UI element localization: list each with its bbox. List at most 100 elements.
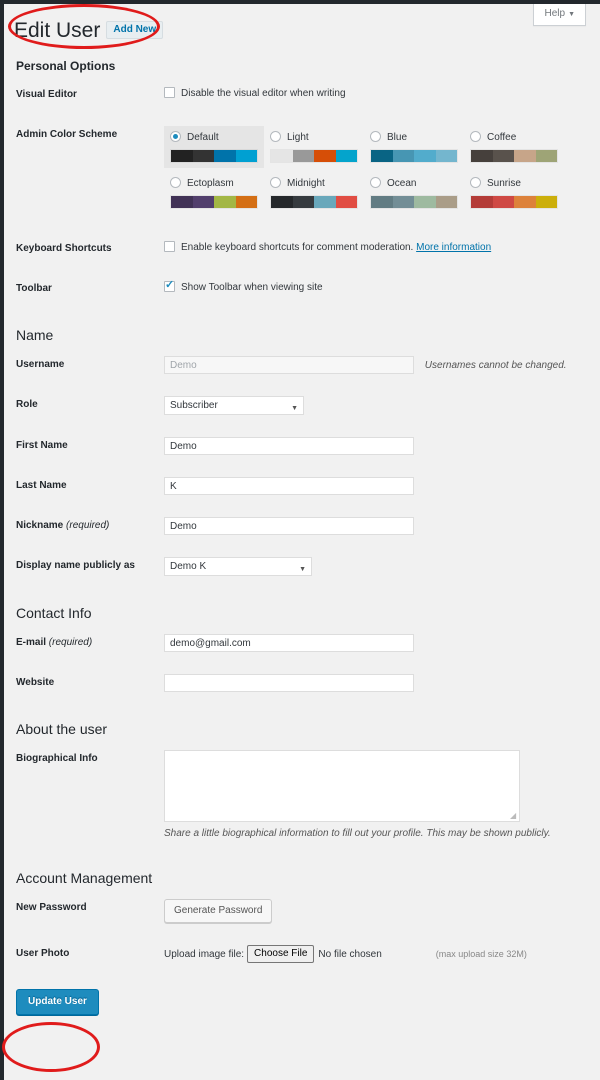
email-input[interactable]: demo@gmail.com [164, 634, 414, 652]
row-username: Username Demo Usernames cannot be change… [4, 345, 600, 385]
color-scheme-option-blue[interactable]: Blue [364, 126, 464, 168]
generate-password-button[interactable]: Generate Password [164, 899, 273, 923]
first-name-input[interactable]: Demo [164, 437, 414, 455]
label-username: Username [16, 359, 65, 370]
visual-editor-checkbox[interactable] [164, 87, 175, 98]
label-first-name: First Name [16, 440, 68, 451]
cell-last-name: K [164, 466, 600, 506]
color-scheme-label-row: Ectoplasm [170, 176, 258, 191]
admin-color-scheme-grid[interactable]: Default Light Blue Coffee Ectoplasm Midnight O… [164, 126, 564, 214]
color-swatch-4 [235, 150, 257, 162]
color-swatch-3 [214, 150, 236, 162]
color-scheme-radio-coffee[interactable] [470, 131, 481, 142]
keyboard-shortcuts-checkbox-label: Enable keyboard shortcuts for comment mo… [181, 242, 414, 253]
last-name-input[interactable]: K [164, 477, 414, 495]
visual-editor-checkbox-row[interactable]: Disable the visual editor when writing [164, 87, 346, 99]
color-swatch-1 [371, 196, 393, 208]
color-scheme-option-coffee[interactable]: Coffee [464, 126, 564, 168]
color-scheme-radio-sunrise[interactable] [470, 177, 481, 188]
color-scheme-option-light[interactable]: Light [264, 126, 364, 168]
row-first-name: First Name Demo [4, 426, 600, 466]
website-input[interactable] [164, 674, 414, 692]
color-scheme-radio-ocean[interactable] [370, 177, 381, 188]
keyboard-shortcuts-checkbox[interactable] [164, 241, 175, 252]
toolbar-checkbox-label: Show Toolbar when viewing site [181, 282, 323, 293]
cell-biographical-info: ◢ Share a little biographical informatio… [164, 739, 600, 852]
color-swatch-1 [471, 196, 493, 208]
color-scheme-option-midnight[interactable]: Midnight [264, 172, 364, 214]
color-scheme-name: Ocean [387, 178, 417, 189]
color-scheme-option-ectoplasm[interactable]: Ectoplasm [164, 172, 264, 214]
color-scheme-palette-blue [370, 149, 458, 163]
label-keyboard-shortcuts: Keyboard Shortcuts [16, 243, 112, 254]
color-swatch-1 [171, 196, 193, 208]
biographical-info-textarea[interactable]: ◢ [164, 750, 520, 822]
nickname-label-text: Nickname [16, 520, 64, 531]
color-swatch-3 [414, 196, 436, 208]
row-user-photo: User Photo Upload image file: Choose File… [4, 934, 600, 975]
user-photo-upload-row: Upload image file: Choose File No file cho… [164, 945, 590, 964]
admin-color-scheme-row: Default Light Blue Coffee [164, 126, 564, 168]
cell-website [164, 663, 600, 703]
row-nickname: Nickname (required) Demo [4, 506, 600, 546]
color-scheme-palette-coffee [470, 149, 558, 163]
cell-display-name: Demo K ▼ [164, 546, 600, 587]
row-new-password: New Password Generate Password [4, 888, 600, 934]
nickname-input[interactable]: Demo [164, 517, 414, 535]
keyboard-shortcuts-checkbox-row[interactable]: Enable keyboard shortcuts for comment mo… [164, 241, 414, 253]
color-scheme-name: Blue [387, 132, 408, 143]
section-name: Name [16, 327, 54, 343]
label-website: Website [16, 677, 55, 688]
toolbar-checkbox[interactable] [164, 279, 175, 292]
color-swatch-2 [292, 196, 314, 208]
color-swatch-2 [292, 150, 314, 162]
color-scheme-name: Light [287, 132, 309, 143]
color-scheme-radio-blue[interactable] [370, 131, 381, 142]
color-scheme-label-row: Midnight [270, 176, 358, 191]
display-name-select-value: Demo K [170, 561, 207, 572]
no-file-chosen-text: No file chosen [318, 949, 382, 960]
color-swatch-1 [271, 150, 293, 162]
choose-file-button[interactable]: Choose File [247, 945, 315, 963]
about-user-table: Biographical Info ◢ Share a little biogr… [4, 739, 600, 852]
edit-user-page: Help ▼ Edit User Add New Personal Options … [0, 0, 600, 1080]
role-select[interactable]: Subscriber ▼ [164, 396, 304, 415]
label-visual-editor: Visual Editor [16, 89, 77, 100]
toolbar-checkbox-row[interactable]: Show Toolbar when viewing site [164, 279, 323, 293]
color-scheme-radio-ectoplasm[interactable] [170, 177, 181, 188]
color-scheme-option-ocean[interactable]: Ocean [364, 172, 464, 214]
color-scheme-radio-default[interactable] [170, 131, 181, 142]
color-scheme-radio-light[interactable] [270, 131, 281, 142]
section-personal-options: Personal Options [16, 59, 116, 73]
color-scheme-label-row: Sunrise [470, 176, 558, 191]
color-scheme-palette-ectoplasm [170, 195, 258, 209]
row-role: Role Subscriber ▼ [4, 385, 600, 426]
update-user-button[interactable]: Update User [16, 989, 99, 1015]
max-upload-size-note: (max upload size 32M) [435, 949, 527, 959]
label-role: Role [16, 399, 38, 410]
color-scheme-option-default[interactable]: Default [164, 126, 264, 168]
color-scheme-label-row: Default [170, 130, 258, 145]
display-name-select[interactable]: Demo K ▼ [164, 557, 312, 576]
more-information-link[interactable]: More information [416, 242, 491, 253]
row-toolbar: Toolbar Show Toolbar when viewing site [4, 269, 600, 309]
username-input: Demo [164, 356, 414, 374]
row-last-name: Last Name K [4, 466, 600, 506]
color-swatch-3 [214, 196, 236, 208]
add-new-user-button[interactable]: Add New [106, 21, 164, 39]
section-about-the-user: About the user [16, 721, 108, 737]
color-scheme-name: Sunrise [487, 178, 521, 189]
color-scheme-option-sunrise[interactable]: Sunrise [464, 172, 564, 214]
label-user-photo: User Photo [16, 948, 70, 959]
name-table: Username Demo Usernames cannot be change… [4, 345, 600, 587]
resize-grip-icon[interactable]: ◢ [510, 812, 518, 820]
cell-username: Demo Usernames cannot be changed. [164, 345, 600, 385]
row-display-name: Display name publicly as Demo K ▼ [4, 546, 600, 587]
email-label-text: E-mail [16, 637, 47, 648]
color-scheme-radio-midnight[interactable] [270, 177, 281, 188]
color-scheme-palette-light [270, 149, 358, 163]
label-toolbar: Toolbar [16, 283, 52, 294]
username-description: Usernames cannot be changed. [424, 360, 567, 371]
color-scheme-label-row: Blue [370, 130, 458, 145]
color-swatch-4 [535, 150, 557, 162]
